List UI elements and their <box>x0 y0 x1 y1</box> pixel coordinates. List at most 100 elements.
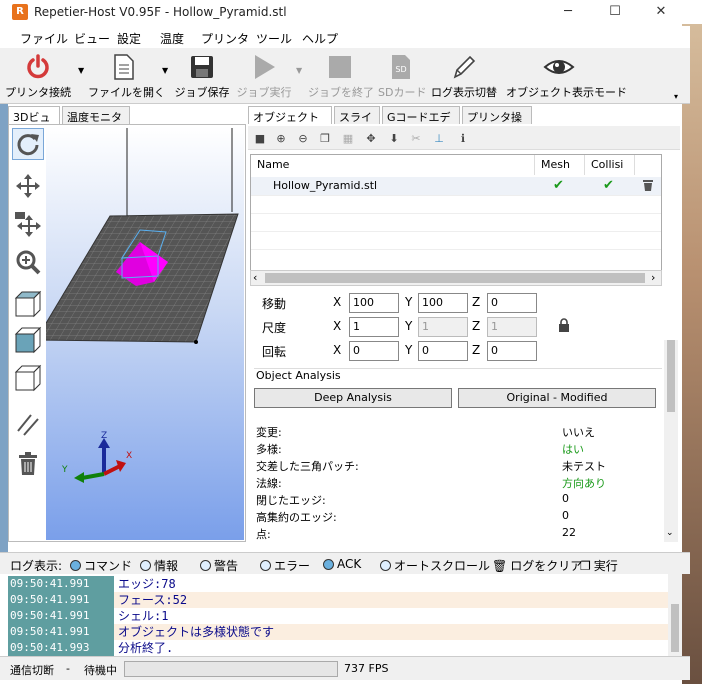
move-object-icon[interactable] <box>12 208 44 240</box>
rotate-view-icon[interactable] <box>12 128 44 160</box>
axis-x-label: X <box>333 343 342 357</box>
filter-command[interactable]: コマンド <box>70 557 132 574</box>
rotate-z-field[interactable]: 0 <box>487 341 537 361</box>
scroll-right-icon[interactable]: › <box>651 271 655 284</box>
tab-3d-view[interactable]: 3Dビュー <box>8 106 60 140</box>
copy-icon: ❐ <box>580 558 591 573</box>
lock-icon[interactable] <box>558 318 570 335</box>
remove-icon[interactable]: ⊖ <box>295 130 311 146</box>
scale-y-field[interactable]: 1 <box>418 317 468 337</box>
svg-text:SD: SD <box>395 65 406 74</box>
left-tabs: 3Dビュー 温度モニタ <box>8 106 248 140</box>
tab-object-placement[interactable]: オブジェクト配置 <box>248 106 332 140</box>
filter-error[interactable]: エラー <box>260 557 310 574</box>
column-header-collision[interactable]: Collisi <box>585 155 635 175</box>
right-tabs: オブジェクト配置 スライサ Gコードエディタ プリンタ操作 <box>248 106 678 140</box>
maximize-button[interactable]: ☐ <box>592 0 638 24</box>
top-view-cube-icon[interactable] <box>12 288 44 320</box>
log-timestamp: 09:50:41.991 <box>8 608 114 624</box>
open-dropdown-icon[interactable]: ▼ <box>162 66 168 75</box>
column-header-mesh[interactable]: Mesh <box>535 155 585 175</box>
add-icon[interactable]: ⊕ <box>273 130 289 146</box>
radio-icon <box>140 560 151 571</box>
scroll-down-icon[interactable]: ⌄ <box>666 528 674 538</box>
object-list-scrollbar[interactable]: ‹ › <box>250 270 662 286</box>
3d-viewport[interactable]: Y X Z <box>35 126 244 540</box>
log-message: シェル:1 <box>118 609 169 623</box>
deep-analysis-button[interactable]: Deep Analysis <box>254 388 452 408</box>
save-icon[interactable]: ■ <box>252 130 268 146</box>
grid-icon[interactable]: ▦ <box>340 130 356 146</box>
column-header-name[interactable]: Name <box>251 155 535 175</box>
save-job-button[interactable]: ジョブ保存 <box>174 52 230 102</box>
trash-icon[interactable] <box>12 448 44 480</box>
menu-view[interactable]: ビュー <box>74 30 110 47</box>
menu-tools[interactable]: ツール <box>256 30 292 47</box>
log-message: フェース:52 <box>118 593 188 607</box>
document-icon <box>88 52 160 82</box>
copy-icon[interactable]: ❐ <box>317 130 333 146</box>
center-icon[interactable]: ✥ <box>363 130 379 146</box>
autoscroll-toggle[interactable]: オートスクロール <box>380 557 490 574</box>
pencil-icon <box>428 52 500 82</box>
filter-ack[interactable]: ACK <box>323 557 361 571</box>
tab-slicer[interactable]: スライサ <box>334 106 380 140</box>
close-button[interactable]: ✕ <box>638 0 684 24</box>
log-message: 分析終了. <box>118 641 174 655</box>
rotate-label: 回転 <box>262 345 287 359</box>
side-view-cube-icon[interactable] <box>12 362 44 394</box>
connect-dropdown-icon[interactable]: ▼ <box>78 66 84 75</box>
move-z-field[interactable]: 0 <box>487 293 537 313</box>
menu-file[interactable]: ファイル <box>20 30 68 47</box>
object-view-mode-button[interactable]: オブジェクト表示モード <box>506 52 627 102</box>
sd-card-button[interactable]: SD SDカード <box>378 52 426 102</box>
connect-button[interactable]: プリンタ接続 <box>4 52 72 102</box>
menu-temperature[interactable]: 温度 <box>160 30 184 47</box>
run-job-button[interactable]: ジョブ実行 <box>236 52 292 102</box>
fps-counter: 737 FPS <box>344 662 389 675</box>
scale-z-field[interactable]: 1 <box>487 317 537 337</box>
menu-help[interactable]: ヘルプ <box>302 30 338 47</box>
tab-temperature-monitor[interactable]: 温度モニタ <box>62 106 130 124</box>
toggle-log-button[interactable]: ログ表示切替 <box>428 52 500 102</box>
zoom-icon[interactable] <box>12 246 44 278</box>
toolbar-overflow-icon[interactable]: ▾ <box>674 92 678 101</box>
stop-job-button[interactable]: ジョブを終了 <box>308 52 374 102</box>
filter-warning[interactable]: 警告 <box>200 557 238 574</box>
parallel-view-icon[interactable] <box>12 408 44 440</box>
app-icon: R <box>12 4 28 20</box>
axis-z-label: Z <box>472 343 481 357</box>
land-icon[interactable]: ⊥ <box>431 130 447 146</box>
menu-settings[interactable]: 設定 <box>117 30 141 47</box>
cut-icon[interactable]: ✂ <box>408 130 424 146</box>
rotate-x-field[interactable]: 0 <box>349 341 399 361</box>
stop-icon <box>308 52 372 82</box>
scale-x-field[interactable]: 1 <box>349 317 399 337</box>
log-scrollbar[interactable] <box>668 574 682 656</box>
tab-printer-control[interactable]: プリンタ操作 <box>462 106 532 140</box>
move-y-field[interactable]: 100 <box>418 293 468 313</box>
filter-info[interactable]: 情報 <box>140 557 178 574</box>
clear-log-button[interactable]: 🗑 ログをクリア <box>492 557 582 574</box>
menu-printer[interactable]: プリンタ <box>201 30 249 47</box>
scroll-left-icon[interactable]: ‹ <box>253 271 257 284</box>
analysis-value: 方向あり <box>562 477 606 490</box>
move-x-field[interactable]: 100 <box>349 293 399 313</box>
original-modified-button[interactable]: Original - Modified <box>458 388 656 408</box>
minimize-button[interactable]: ─ <box>545 0 591 24</box>
rotate-y-field[interactable]: 0 <box>418 341 468 361</box>
tab-gcode-editor[interactable]: Gコードエディタ <box>382 106 460 140</box>
front-view-cube-icon[interactable] <box>12 324 44 356</box>
run-log-button[interactable]: ❐ 実行 <box>580 557 618 574</box>
right-panel-scrollbar[interactable]: ⌄ <box>664 340 678 542</box>
log-view-label: ログ表示: <box>10 559 63 573</box>
info-icon[interactable]: ℹ <box>455 130 471 146</box>
open-file-button[interactable]: ファイルを開く <box>88 52 165 102</box>
table-row[interactable]: Hollow_Pyramid.stl ✔ ✔ <box>251 177 661 195</box>
delete-object-icon[interactable] <box>643 179 653 194</box>
run-dropdown-icon[interactable]: ▼ <box>296 66 302 75</box>
view-tools <box>10 126 46 540</box>
drop-icon[interactable]: ⬇ <box>386 130 402 146</box>
move-view-icon[interactable] <box>12 170 44 202</box>
axis-y-label: Y <box>405 343 413 357</box>
